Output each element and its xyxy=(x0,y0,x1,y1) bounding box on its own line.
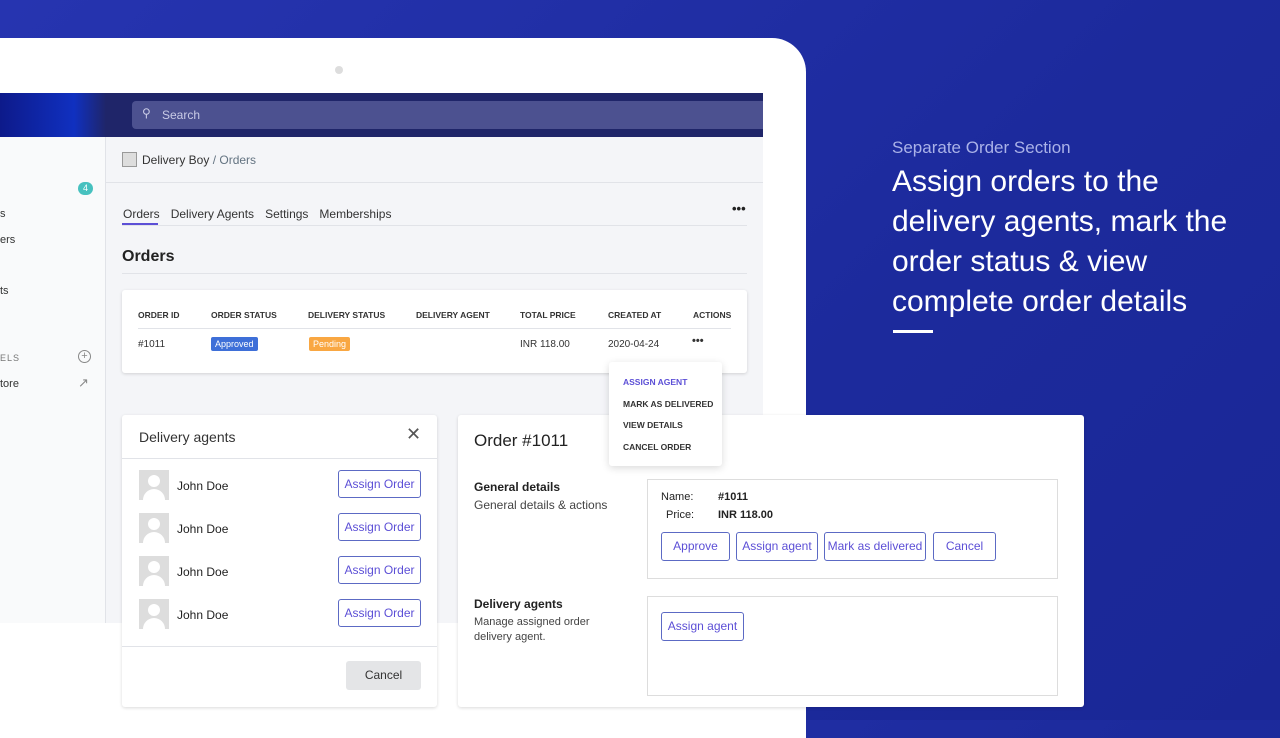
agent-name: John Doe xyxy=(177,479,229,493)
modal-title: Delivery agents xyxy=(139,429,236,445)
section-title: General details xyxy=(474,480,561,494)
menu-item-mark-delivered[interactable]: MARK AS DELIVERED xyxy=(623,399,713,409)
logo xyxy=(0,93,106,137)
tab-memberships[interactable]: Memberships xyxy=(319,207,391,221)
created-at: 2020-04-24 xyxy=(608,339,660,350)
tabs: Orders Delivery Agents Settings Memberships xyxy=(123,205,402,223)
breadcrumb-page: / Orders xyxy=(212,153,257,167)
col-header: DELIVERY STATUS xyxy=(308,310,386,320)
total-price: INR 118.00 xyxy=(520,339,570,350)
avatar xyxy=(139,513,169,543)
col-header: ORDER STATUS xyxy=(211,310,277,320)
assign-order-button[interactable]: Assign Order xyxy=(338,556,421,584)
menu-item-assign-agent[interactable]: ASSIGN AGENT xyxy=(623,377,687,387)
sidebar-section: ELS xyxy=(0,353,21,363)
search-input[interactable]: ⚲ Search xyxy=(132,101,763,129)
col-header: TOTAL PRICE xyxy=(520,310,576,320)
tab-settings[interactable]: Settings xyxy=(265,207,308,221)
agent-name: John Doe xyxy=(177,608,229,622)
tab-orders[interactable]: Orders xyxy=(123,207,160,221)
breadcrumb-app[interactable]: Delivery Boy xyxy=(142,153,209,167)
cancel-button[interactable]: Cancel xyxy=(346,661,421,690)
menu-item-cancel-order[interactable]: CANCEL ORDER xyxy=(623,442,691,452)
assign-order-button[interactable]: Assign Order xyxy=(338,470,421,498)
col-header: ORDER ID xyxy=(138,310,180,320)
delivery-agents-modal: Delivery agents ✕ John Doe Assign Order … xyxy=(122,415,437,707)
app-icon xyxy=(122,152,137,167)
add-channel-icon[interactable]: + xyxy=(78,350,91,363)
count-badge: 4 xyxy=(78,182,93,195)
external-link-icon[interactable]: ↗ xyxy=(78,375,89,391)
order-details-panel: Order #1011 General details General deta… xyxy=(458,415,1084,707)
col-header: CREATED AT xyxy=(608,310,662,320)
sidebar-item[interactable]: ers xyxy=(0,234,15,246)
hero-subtitle: Separate Order Section xyxy=(892,138,1071,157)
name-value: #1011 xyxy=(718,491,748,503)
avatar xyxy=(139,599,169,629)
section-desc: General details & actions xyxy=(474,498,608,512)
breadcrumb: Delivery Boy / Orders xyxy=(142,153,256,167)
general-details-box: Name: #1011 Price: INR 118.00 Approve As… xyxy=(647,479,1058,579)
close-icon[interactable]: ✕ xyxy=(406,424,421,445)
col-header: DELIVERY AGENT xyxy=(416,310,490,320)
order-title: Order #1011 xyxy=(474,431,569,450)
sidebar-item[interactable]: s xyxy=(0,208,6,220)
menu-item-view-details[interactable]: VIEW DETAILS xyxy=(623,420,683,430)
approve-button[interactable]: Approve xyxy=(661,532,730,561)
search-icon: ⚲ xyxy=(142,106,151,120)
section-desc: Manage assigned order delivery agent. xyxy=(474,616,590,643)
col-header: ACTIONS xyxy=(693,310,732,320)
order-status-badge: Approved xyxy=(211,337,258,351)
agent-name: John Doe xyxy=(177,522,229,536)
delivery-status-badge: Pending xyxy=(309,337,351,351)
name-label: Name: xyxy=(661,491,694,503)
actions-dropdown: ASSIGN AGENT MARK AS DELIVERED VIEW DETA… xyxy=(609,362,722,466)
sidebar-item[interactable]: ts xyxy=(0,285,9,297)
cancel-order-button[interactable]: Cancel xyxy=(933,532,996,561)
order-id[interactable]: #1011 xyxy=(138,339,165,350)
hero-underline xyxy=(893,330,933,333)
assign-agent-button[interactable]: Assign agent xyxy=(661,612,744,641)
assign-order-button[interactable]: Assign Order xyxy=(338,513,421,541)
sidebar-item-store[interactable]: tore xyxy=(0,378,19,390)
actions-menu-button[interactable]: ••• xyxy=(692,335,704,347)
mark-delivered-button[interactable]: Mark as delivered xyxy=(824,532,926,561)
top-bar: ⚲ Search xyxy=(0,93,763,137)
assign-agent-button[interactable]: Assign agent xyxy=(736,532,818,561)
agent-name: John Doe xyxy=(177,565,229,579)
assign-order-button[interactable]: Assign Order xyxy=(338,599,421,627)
avatar xyxy=(139,556,169,586)
camera xyxy=(335,66,343,74)
tab-delivery-agents[interactable]: Delivery Agents xyxy=(171,207,254,221)
search-placeholder: Search xyxy=(162,108,201,122)
orders-table: ORDER ID ORDER STATUS DELIVERY STATUS DE… xyxy=(122,290,747,373)
hero-title: Assign orders to the delivery agents, ma… xyxy=(892,165,1228,318)
price-label: Price: xyxy=(666,509,695,521)
avatar xyxy=(139,470,169,500)
price-value: INR 118.00 xyxy=(718,509,774,521)
page-title: Orders xyxy=(122,248,175,265)
section-title: Delivery agents xyxy=(474,597,563,611)
sidebar: 4 s ers ts ELS + tore ↗ xyxy=(0,137,106,623)
more-icon[interactable]: ••• xyxy=(732,201,746,216)
delivery-agents-box: Assign agent xyxy=(647,596,1058,696)
